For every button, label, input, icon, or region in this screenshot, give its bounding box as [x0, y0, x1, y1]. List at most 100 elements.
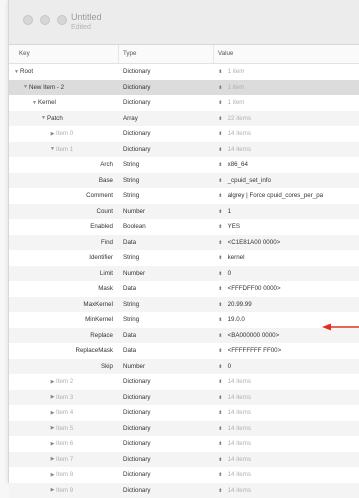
value-cell[interactable]: ⬍x86_64: [214, 161, 359, 168]
value-cell[interactable]: ⬍14 items: [214, 471, 359, 478]
type-cell[interactable]: Dictionary: [119, 84, 214, 91]
table-row[interactable]: BaseString⬍_cpuid_set_info: [9, 173, 359, 189]
up-down-stepper-icon[interactable]: ⬍: [218, 147, 223, 152]
table-row[interactable]: ReplaceData⬍<BA000000 0000>: [9, 328, 359, 344]
value-cell[interactable]: ⬍<BA000000 0000>: [214, 332, 359, 339]
type-cell[interactable]: Number: [119, 270, 214, 277]
key-cell[interactable]: ▼Item 1: [9, 146, 119, 153]
disclosure-open-icon[interactable]: ▼: [13, 69, 20, 75]
up-down-stepper-icon[interactable]: ⬍: [218, 457, 223, 462]
close-window-button[interactable]: [23, 15, 33, 25]
key-cell[interactable]: ▶Item 8: [9, 471, 119, 478]
disclosure-closed-icon[interactable]: ▶: [49, 425, 56, 431]
key-cell[interactable]: Arch: [9, 161, 119, 168]
type-cell[interactable]: Dictionary: [119, 471, 214, 478]
key-cell[interactable]: ▼Root: [9, 68, 119, 75]
type-cell[interactable]: Data: [119, 347, 214, 354]
value-cell[interactable]: ⬍14 items: [214, 456, 359, 463]
up-down-stepper-icon[interactable]: ⬍: [218, 240, 223, 245]
value-cell[interactable]: ⬍14 items: [214, 378, 359, 385]
type-cell[interactable]: Dictionary: [119, 378, 214, 385]
key-cell[interactable]: ▶Item 7: [9, 456, 119, 463]
table-row[interactable]: MaskData⬍<FFFDFF00 0000>: [9, 281, 359, 297]
key-cell[interactable]: Count: [9, 208, 119, 215]
up-down-stepper-icon[interactable]: ⬍: [218, 488, 223, 493]
key-cell[interactable]: ReplaceMask: [9, 347, 119, 354]
type-cell[interactable]: Dictionary: [119, 425, 214, 432]
up-down-stepper-icon[interactable]: ⬍: [218, 333, 223, 338]
disclosure-closed-icon[interactable]: ▶: [49, 379, 56, 385]
table-row[interactable]: ▶Item 3Dictionary⬍14 items: [9, 390, 359, 406]
table-row[interactable]: ▶Item 2Dictionary⬍14 items: [9, 374, 359, 390]
zoom-window-button[interactable]: [57, 15, 67, 25]
up-down-stepper-icon[interactable]: ⬍: [218, 349, 223, 354]
type-cell[interactable]: Dictionary: [119, 130, 214, 137]
value-cell[interactable]: ⬍14 items: [214, 146, 359, 153]
table-row[interactable]: ▼Item 1Dictionary⬍14 items: [9, 142, 359, 158]
type-cell[interactable]: Data: [119, 285, 214, 292]
up-down-stepper-icon[interactable]: ⬍: [218, 116, 223, 121]
table-row[interactable]: ReplaceMaskData⬍<FFFFFFFF FF00>: [9, 343, 359, 359]
table-row[interactable]: ▼PatchArray⬍22 items: [9, 111, 359, 127]
table-row[interactable]: LimitNumber⬍0: [9, 266, 359, 282]
table-row[interactable]: MaxKernelString⬍20.99.99: [9, 297, 359, 313]
key-cell[interactable]: Limit: [9, 270, 119, 277]
type-cell[interactable]: Dictionary: [119, 456, 214, 463]
type-cell[interactable]: Dictionary: [119, 487, 214, 494]
up-down-stepper-icon[interactable]: ⬍: [218, 380, 223, 385]
key-cell[interactable]: ▼Kernel: [9, 99, 119, 106]
type-cell[interactable]: String: [119, 316, 214, 323]
type-cell[interactable]: String: [119, 192, 214, 199]
up-down-stepper-icon[interactable]: ⬍: [218, 364, 223, 369]
table-row[interactable]: ▶Item 9Dictionary⬍14 items: [9, 483, 359, 498]
up-down-stepper-icon[interactable]: ⬍: [218, 302, 223, 307]
up-down-stepper-icon[interactable]: ⬍: [218, 411, 223, 416]
value-cell[interactable]: ⬍14 items: [214, 394, 359, 401]
type-cell[interactable]: String: [119, 177, 214, 184]
key-cell[interactable]: ▶Item 9: [9, 487, 119, 494]
key-cell[interactable]: Mask: [9, 285, 119, 292]
value-cell[interactable]: ⬍22 items: [214, 115, 359, 122]
value-cell[interactable]: ⬍0: [214, 363, 359, 370]
key-cell[interactable]: MaxKernel: [9, 301, 119, 308]
table-row[interactable]: ▶Item 4Dictionary⬍14 items: [9, 405, 359, 421]
value-cell[interactable]: ⬍YES: [214, 223, 359, 230]
type-cell[interactable]: Dictionary: [119, 409, 214, 416]
key-cell[interactable]: ▶Item 2: [9, 378, 119, 385]
table-row[interactable]: FindData⬍<C1E81A00 0000>: [9, 235, 359, 251]
type-cell[interactable]: Dictionary: [119, 440, 214, 447]
key-cell[interactable]: Skip: [9, 363, 119, 370]
value-cell[interactable]: ⬍14 items: [214, 425, 359, 432]
up-down-stepper-icon[interactable]: ⬍: [218, 178, 223, 183]
table-row[interactable]: EnabledBoolean⬍YES: [9, 219, 359, 235]
table-row[interactable]: ▶Item 8Dictionary⬍14 items: [9, 467, 359, 483]
up-down-stepper-icon[interactable]: ⬍: [218, 318, 223, 323]
value-cell[interactable]: ⬍14 items: [214, 130, 359, 137]
value-cell[interactable]: ⬍14 items: [214, 440, 359, 447]
up-down-stepper-icon[interactable]: ⬍: [218, 132, 223, 137]
type-cell[interactable]: Number: [119, 208, 214, 215]
disclosure-open-icon[interactable]: ▼: [31, 100, 38, 106]
value-cell[interactable]: ⬍20.99.99: [214, 301, 359, 308]
type-cell[interactable]: Data: [119, 239, 214, 246]
type-cell[interactable]: Boolean: [119, 223, 214, 230]
table-row[interactable]: ▼New Item - 2Dictionary⬍1 item: [9, 80, 359, 96]
value-cell[interactable]: ⬍1 item: [214, 99, 359, 106]
type-cell[interactable]: Array: [119, 115, 214, 122]
column-header-value[interactable]: Value: [214, 45, 359, 63]
up-down-stepper-icon[interactable]: ⬍: [218, 426, 223, 431]
disclosure-closed-icon[interactable]: ▶: [49, 441, 56, 447]
value-cell[interactable]: ⬍kernel: [214, 254, 359, 261]
key-cell[interactable]: Replace: [9, 332, 119, 339]
key-cell[interactable]: ▼New Item - 2: [9, 84, 119, 91]
disclosure-closed-icon[interactable]: ▶: [49, 487, 56, 493]
disclosure-closed-icon[interactable]: ▶: [49, 394, 56, 400]
table-row[interactable]: CommentString⬍algrey | Force cpuid_cores…: [9, 188, 359, 204]
key-cell[interactable]: MinKernel: [9, 316, 119, 323]
type-cell[interactable]: Dictionary: [119, 146, 214, 153]
up-down-stepper-icon[interactable]: ⬍: [218, 473, 223, 478]
up-down-stepper-icon[interactable]: ⬍: [218, 85, 223, 90]
key-cell[interactable]: ▶Item 0: [9, 130, 119, 137]
key-cell[interactable]: Identifier: [9, 254, 119, 261]
table-row[interactable]: ArchString⬍x86_64: [9, 157, 359, 173]
